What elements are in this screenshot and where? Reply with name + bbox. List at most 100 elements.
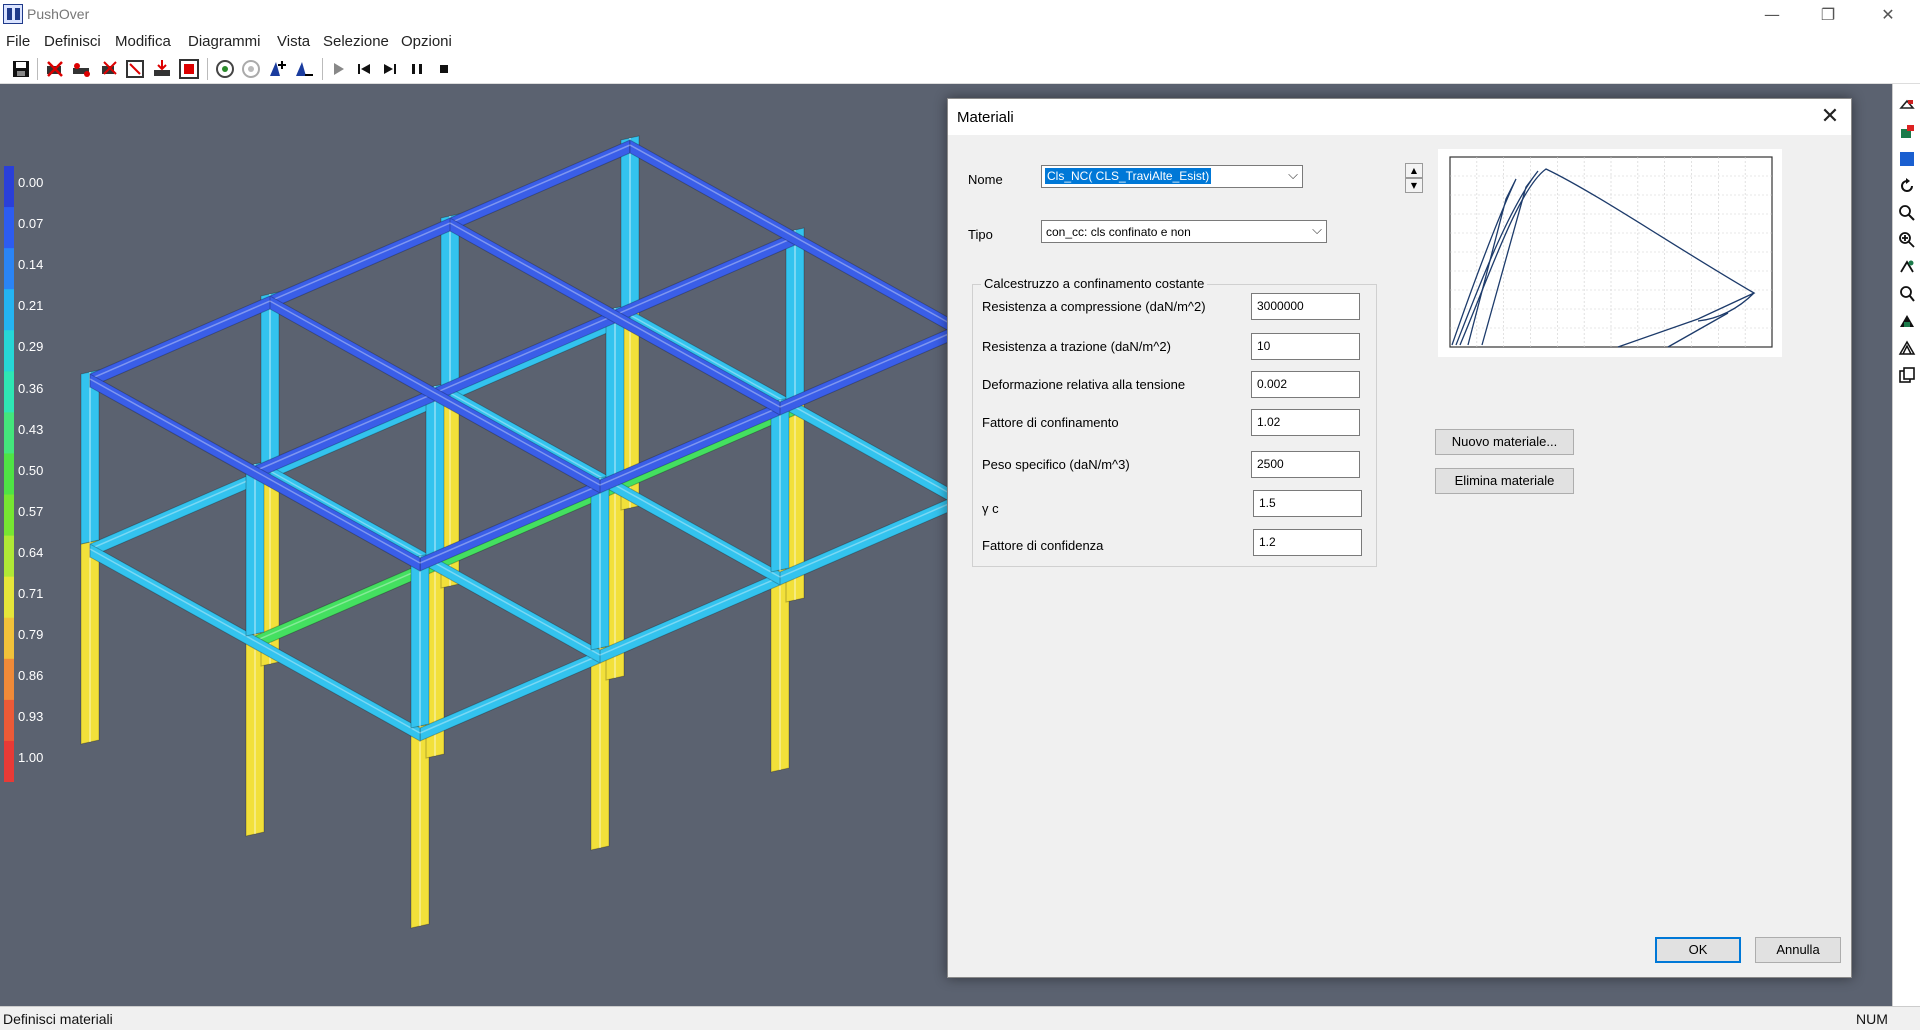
toolbar-separator (207, 58, 208, 80)
legend-swatch (4, 371, 14, 413)
view-3d-icon[interactable] (1898, 96, 1916, 114)
status-bar: Definisci materiali NUM (0, 1006, 1920, 1030)
menu-definisci[interactable]: Definisci (44, 33, 101, 50)
spin-up-button[interactable]: ▲ (1405, 163, 1423, 178)
view-toolbar (1892, 84, 1920, 1006)
legend-value: 0.57 (18, 503, 44, 519)
delete-beam-icon[interactable] (71, 58, 93, 80)
step-back-icon[interactable] (353, 58, 375, 80)
nome-combobox[interactable]: Cls_NC( CLS_TraviAlte_Esist) ⌵ (1041, 165, 1303, 188)
legend-swatch (4, 330, 14, 372)
annulla-button[interactable]: Annulla (1755, 937, 1841, 963)
delete-element-icon[interactable] (98, 58, 120, 80)
rotate-icon[interactable] (1898, 177, 1916, 195)
legend-swatch (4, 576, 14, 619)
deformazione-input[interactable]: 0.002 (1251, 371, 1360, 398)
legend-value: 0.71 (18, 586, 44, 601)
menu-vista[interactable]: Vista (277, 33, 310, 50)
pause-icon[interactable] (406, 58, 428, 80)
menu-selezione[interactable]: Selezione (323, 33, 389, 50)
chevron-down-icon: ⌵ (1312, 223, 1322, 238)
menu-diagrammi[interactable]: Diagrammi (188, 33, 261, 50)
window-title: PushOver (27, 6, 90, 22)
fattore-confinamento-input[interactable]: 1.02 (1251, 409, 1360, 436)
legend-value: 0.14 (18, 257, 44, 273)
field-label: Resistenza a compressione (daN/m^2) (982, 299, 1206, 314)
minimize-button[interactable]: — (1744, 0, 1800, 30)
zoom-extents-icon[interactable] (1898, 231, 1916, 249)
field-label: Resistenza a trazione (daN/m^2) (982, 339, 1171, 354)
menu-file[interactable]: File (6, 33, 30, 50)
legend-value: 0.21 (18, 298, 44, 314)
delete-frame-icon[interactable] (124, 58, 146, 80)
legend-value: 0.36 (18, 380, 44, 396)
close-window-button[interactable]: ✕ (1860, 0, 1916, 30)
delete-load-icon[interactable] (151, 58, 173, 80)
dialog-close-button[interactable]: ✕ (1814, 103, 1846, 131)
legend-swatch (4, 699, 14, 742)
legend-swatch (4, 535, 14, 578)
group-title: Calcestruzzo a confinamento costante (981, 276, 1208, 291)
zoom-icon[interactable] (1898, 204, 1916, 222)
play-icon[interactable] (327, 58, 349, 80)
elimina-materiale-button[interactable]: Elimina materiale (1435, 468, 1574, 494)
save-icon[interactable] (10, 58, 32, 80)
step-forward-icon[interactable] (379, 58, 401, 80)
ok-button[interactable]: OK (1655, 937, 1741, 963)
num-lock-indicator: NUM (1856, 1011, 1888, 1027)
nome-label: Nome (968, 172, 1003, 187)
tipo-value: con_cc: cls confinato e non (1046, 225, 1191, 239)
toolbar (0, 54, 1920, 84)
chevron-down-icon: ⌵ (1288, 168, 1298, 183)
legend-value: 0.29 (18, 339, 44, 355)
view-top-icon[interactable] (1898, 150, 1916, 168)
copy-view-icon[interactable] (1898, 366, 1916, 384)
menu-bar: File Definisci Modifica Diagrammi Vista … (0, 30, 1920, 54)
legend-value: 0.43 (18, 421, 44, 437)
remove-load-icon[interactable] (292, 58, 314, 80)
menu-modifica[interactable]: Modifica (115, 33, 171, 50)
peso-specifico-input[interactable]: 2500 (1251, 451, 1360, 478)
dialog-title: Materiali (957, 109, 1014, 126)
legend-value: 1.00 (18, 750, 44, 766)
legend-swatch (4, 166, 14, 208)
materials-dialog: Materiali ✕ Nome Cls_NC( CLS_TraviAlte_E… (947, 98, 1852, 978)
field-label: Fattore di confidenza (982, 538, 1104, 553)
field-label: Fattore di confinamento (982, 415, 1119, 430)
stop-icon[interactable] (433, 58, 455, 80)
color-scale-legend (4, 166, 14, 782)
view-front-icon[interactable] (1898, 123, 1916, 141)
field-label: γ c (982, 501, 999, 516)
legend-swatch (4, 207, 14, 249)
legend-value: 0.79 (18, 627, 44, 643)
pan-icon[interactable] (1898, 258, 1916, 276)
resistenza-compressione-input[interactable]: 3000000 (1251, 293, 1360, 320)
nuovo-materiale-button[interactable]: Nuovo materiale... (1435, 429, 1574, 455)
perspective-icon[interactable] (1898, 312, 1916, 330)
legend-swatch (4, 617, 14, 660)
legend-value: 0.86 (18, 668, 44, 684)
gamma-c-input[interactable]: 1.5 (1253, 490, 1362, 517)
legend-swatch (4, 494, 14, 537)
resistenza-trazione-input[interactable]: 10 (1251, 333, 1360, 360)
toolbar-separator (322, 58, 323, 80)
delete-node-icon[interactable] (44, 58, 66, 80)
wireframe-icon[interactable] (1898, 339, 1916, 357)
restore-button[interactable]: ❐ (1800, 0, 1856, 30)
zoom-window-icon[interactable] (1898, 285, 1916, 303)
spin-down-button[interactable]: ▼ (1405, 178, 1423, 193)
menu-opzioni[interactable]: Opzioni (401, 33, 452, 50)
legend-swatch (4, 289, 14, 331)
add-load-icon[interactable] (266, 58, 288, 80)
dialog-title-bar: Materiali ✕ (948, 99, 1851, 135)
legend-swatch (4, 248, 14, 290)
globe-icon[interactable] (214, 58, 236, 80)
legend-swatch (4, 412, 14, 454)
title-bar: PushOver — ❐ ✕ (0, 0, 1920, 30)
fattore-confidenza-input[interactable]: 1.2 (1253, 529, 1362, 556)
tipo-combobox[interactable]: con_cc: cls confinato e non ⌵ (1041, 220, 1327, 243)
delete-all-icon[interactable] (178, 58, 200, 80)
legend-swatch (4, 740, 14, 782)
legend-swatch (4, 453, 14, 496)
globe-gray-icon[interactable] (240, 58, 262, 80)
